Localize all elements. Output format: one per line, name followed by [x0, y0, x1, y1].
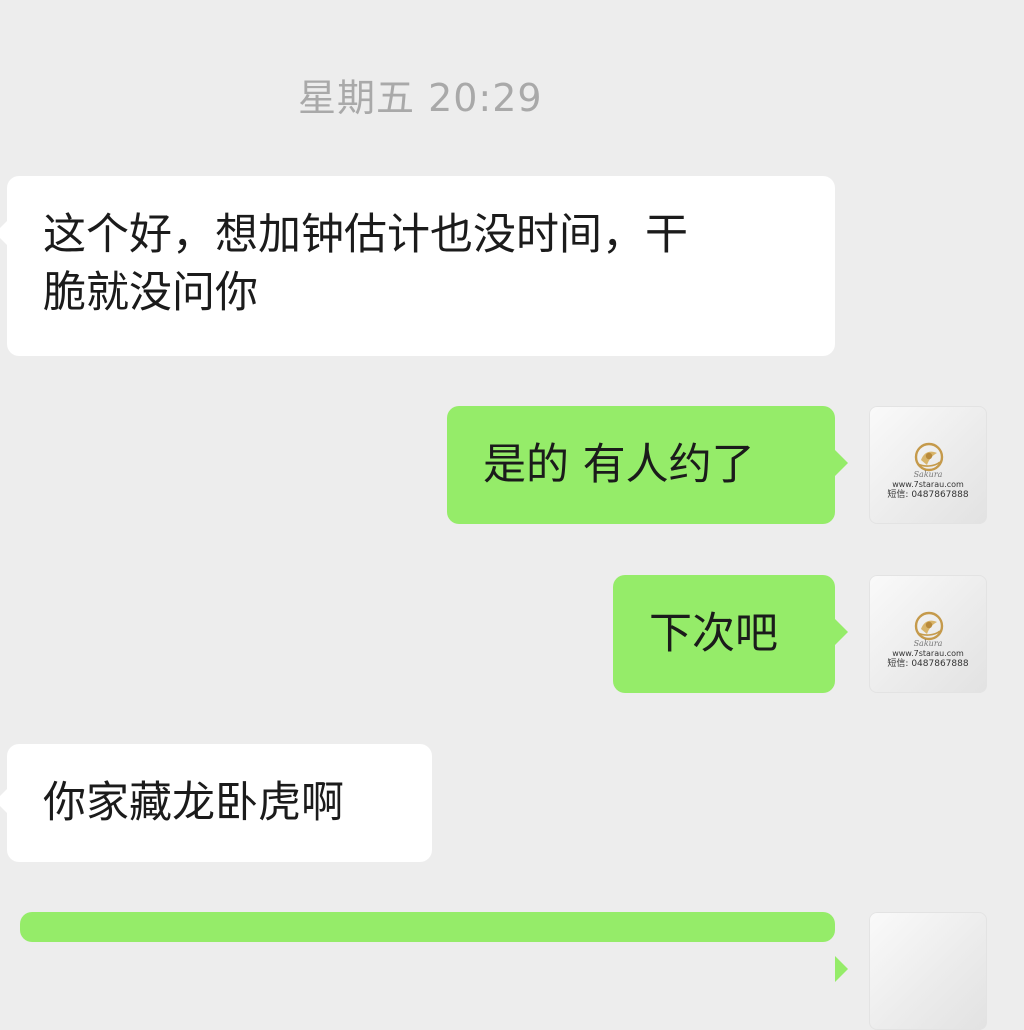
avatar-script-text: Sakura: [913, 639, 943, 648]
outgoing-message-bubble[interactable]: 下次吧: [613, 575, 848, 693]
sakura-logo-icon: [914, 442, 944, 472]
self-avatar[interactable]: [869, 912, 987, 1030]
self-avatar[interactable]: Sakura www.7starau.com 短信: 0487867888: [869, 406, 987, 524]
avatar-url-text: www.7starau.com: [892, 480, 964, 489]
message-text: 是的 有人约了: [483, 440, 755, 490]
outgoing-message-bubble[interactable]: 是的 有人约了: [447, 406, 848, 524]
message-text: 这个好，想加钟估计也没时间，干: [43, 210, 688, 260]
sakura-logo-icon: [914, 611, 944, 641]
outgoing-message-bubble-partial[interactable]: [20, 912, 848, 982]
avatar-url-text: www.7starau.com: [892, 649, 964, 658]
message-text: 下次吧: [649, 609, 778, 659]
message-timestamp: 星期五 20:29: [298, 76, 543, 120]
message-text: 脆就没问你: [43, 268, 258, 318]
avatar-phone-text: 短信: 0487867888: [887, 490, 969, 500]
self-avatar[interactable]: Sakura www.7starau.com 短信: 0487867888: [869, 575, 987, 693]
message-text: 你家藏龙卧虎啊: [43, 778, 344, 828]
incoming-message-bubble[interactable]: 你家藏龙卧虎啊: [0, 744, 432, 862]
avatar-phone-text: 短信: 0487867888: [887, 659, 969, 669]
incoming-message-bubble[interactable]: 这个好，想加钟估计也没时间，干 脆就没问你: [0, 176, 835, 356]
avatar-script-text: Sakura: [913, 470, 943, 479]
